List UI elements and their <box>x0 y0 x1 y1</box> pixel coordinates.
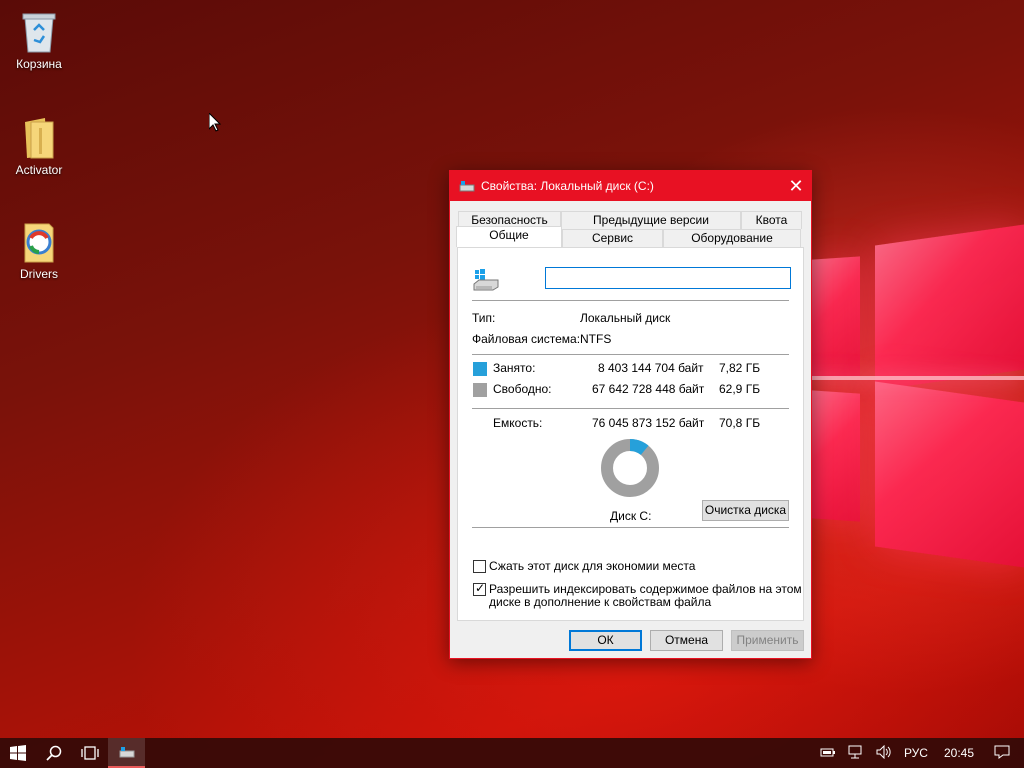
ok-button[interactable]: ОК <box>569 630 642 651</box>
search-button[interactable] <box>36 738 72 768</box>
start-button[interactable] <box>0 738 36 768</box>
general-tab-panel: Тип: Локальный диск Файловая система: NT… <box>457 247 804 621</box>
filesystem-value: NTFS <box>580 332 612 346</box>
type-value: Локальный диск <box>580 311 671 325</box>
taskbar-app-disk-properties[interactable] <box>108 738 145 768</box>
task-view-button[interactable] <box>72 738 108 768</box>
capacity-label: Емкость: <box>493 416 543 430</box>
free-bytes: 67 642 728 448 байт <box>592 382 705 396</box>
used-size: 7,82 ГБ <box>719 361 761 375</box>
tab-general[interactable]: Общие <box>456 226 562 247</box>
drive-icon <box>459 179 475 193</box>
notification-icon <box>994 745 1010 759</box>
wallpaper-logo-panel <box>812 256 860 380</box>
wallpaper-logo-panel <box>812 390 860 522</box>
recycle-bin-icon <box>19 10 59 54</box>
tab-row-front: Общие Сервис Оборудование <box>456 226 801 247</box>
task-view-icon <box>81 746 99 760</box>
index-checkbox[interactable] <box>473 581 486 596</box>
network-icon[interactable] <box>848 745 864 762</box>
windows-drive-icon <box>473 268 499 292</box>
divider <box>472 354 789 355</box>
drive-icon <box>119 747 134 758</box>
capacity-bytes: 76 045 873 152 байт <box>592 416 705 430</box>
wallpaper-logo-panel <box>875 381 1024 568</box>
drivers-icon <box>19 220 59 264</box>
action-center-button[interactable] <box>994 745 1010 762</box>
disk-properties-dialog: Свойства: Локальный диск (C:) ✕ Безопасн… <box>449 170 812 659</box>
desktop-icon-activator[interactable]: Activator <box>1 116 77 177</box>
volume-icon[interactable] <box>876 744 892 762</box>
clock[interactable]: 20:45 <box>944 746 974 760</box>
desktop-icon-label: Activator <box>15 163 63 177</box>
free-size: 62,9 ГБ <box>719 382 761 396</box>
taskbar: РУС 20:45 <box>0 738 1024 768</box>
desktop-icon-recycle-bin[interactable]: Корзина <box>1 10 77 71</box>
cancel-button[interactable]: Отмена <box>650 630 723 651</box>
divider <box>472 300 789 301</box>
index-label-line2: диске в дополнение к свойствам файла <box>489 595 712 609</box>
desktop-icon-label: Корзина <box>16 57 62 71</box>
divider <box>472 408 789 409</box>
wallpaper-logo-panel <box>875 224 1024 391</box>
divider <box>472 527 789 528</box>
dialog-title: Свойства: Локальный диск (C:) <box>481 179 654 193</box>
compress-label: Сжать этот диск для экономии места <box>489 559 696 573</box>
tab-hardware[interactable]: Оборудование <box>663 229 801 247</box>
battery-icon[interactable] <box>820 746 836 761</box>
language-indicator[interactable]: РУС <box>904 746 928 760</box>
capacity-size: 70,8 ГБ <box>719 416 761 430</box>
folder-icon <box>19 116 59 160</box>
used-label: Занято: <box>493 361 536 375</box>
disk-usage-donut <box>601 439 659 497</box>
type-label: Тип: <box>472 311 496 325</box>
apply-button[interactable]: Применить <box>731 630 804 651</box>
wallpaper-light-beam <box>780 376 1024 380</box>
used-bytes: 8 403 144 704 байт <box>598 361 704 375</box>
system-tray: РУС 20:45 <box>814 738 1024 768</box>
tab-tools[interactable]: Сервис <box>562 229 663 247</box>
free-label: Свободно: <box>493 382 552 396</box>
desktop-icon-label: Drivers <box>20 267 58 281</box>
used-space-swatch <box>473 362 487 376</box>
filesystem-label: Файловая система: <box>472 332 581 346</box>
search-icon <box>46 745 62 761</box>
close-icon: ✕ <box>788 175 804 196</box>
mouse-cursor-icon <box>209 113 221 132</box>
windows-logo-icon <box>10 745 26 761</box>
free-space-swatch <box>473 383 487 397</box>
close-button[interactable]: ✕ <box>781 171 811 201</box>
disk-cleanup-button[interactable]: Очистка диска <box>702 500 789 521</box>
tab-previous-versions[interactable]: Предыдущие версии <box>561 211 741 229</box>
drive-name-input[interactable] <box>545 267 791 289</box>
dialog-titlebar[interactable]: Свойства: Локальный диск (C:) ✕ <box>450 171 811 201</box>
index-label-line1: Разрешить индексировать содержимое файло… <box>489 582 802 596</box>
desktop-icon-drivers[interactable]: Drivers <box>1 220 77 281</box>
tab-quota[interactable]: Квота <box>741 211 802 229</box>
disk-label: Диск C: <box>610 509 652 523</box>
compress-checkbox[interactable] <box>473 560 486 573</box>
